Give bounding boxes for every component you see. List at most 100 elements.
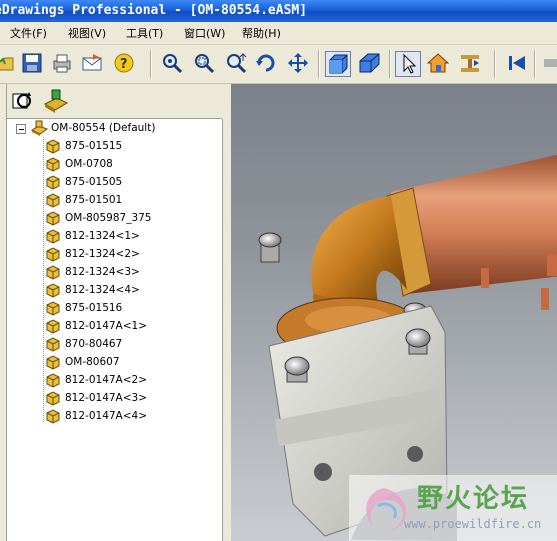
components-tab[interactable] xyxy=(12,90,36,112)
send-button[interactable] xyxy=(80,51,106,77)
tree-item[interactable]: OM-0708 xyxy=(7,155,222,173)
components-tree-icon xyxy=(12,92,31,109)
tree-item-label: 875-01516 xyxy=(65,302,123,314)
menu-file[interactable]: 文件(F) xyxy=(10,25,47,41)
tree-item-label: 812-0147A<3> xyxy=(65,392,148,404)
nozzle xyxy=(541,288,549,310)
bracket-hole xyxy=(407,446,423,462)
open-icon xyxy=(0,57,14,71)
nozzle xyxy=(547,254,557,276)
print-icon xyxy=(53,54,71,73)
configurations-tab[interactable] xyxy=(43,88,69,114)
help-icon: ? xyxy=(114,53,134,73)
left-edge-strip xyxy=(0,84,7,541)
svg-text:?: ? xyxy=(120,57,128,72)
tree-item-label: OM-805987_375 xyxy=(65,212,152,224)
rotate-icon xyxy=(256,54,275,72)
home-icon xyxy=(427,53,449,73)
tree-item-label: 875-01501 xyxy=(65,194,123,206)
nozzle xyxy=(481,268,489,288)
tree-item-label: OM-0708 xyxy=(65,158,113,170)
tree-item[interactable]: 812-1324<2> xyxy=(7,245,222,263)
tree-item-label: 875-01515 xyxy=(65,140,123,152)
assembly-model xyxy=(258,154,557,541)
rotate-button[interactable] xyxy=(254,51,280,77)
home-button[interactable] xyxy=(426,51,452,77)
pipe-elbow xyxy=(311,196,407,306)
bracket-hole xyxy=(314,463,332,481)
tree-item[interactable]: 812-0147A<2> xyxy=(7,371,222,389)
tree-item-label: 812-1324<3> xyxy=(65,266,140,278)
tree-item[interactable]: 812-1324<1> xyxy=(7,227,222,245)
title-bar[interactable]: eDrawings Professional - [OM-80554.eASM] xyxy=(0,0,557,22)
first-frame-icon xyxy=(509,56,525,70)
zoom-to-fit-button[interactable] xyxy=(160,51,186,77)
tree-item-label: 812-0147A<4> xyxy=(65,410,148,422)
help-button[interactable]: ? xyxy=(112,51,138,77)
tree-root-label: OM-80554 (Default) xyxy=(51,122,156,134)
zoom-to-area-icon xyxy=(195,54,215,74)
tree-item-label: 812-1324<2> xyxy=(65,248,140,260)
tree-toolbar xyxy=(7,84,222,119)
component-tree: OM-80554 (Default) 875-01515 OM-0708 875… xyxy=(7,119,223,541)
menu-tools[interactable]: 工具(T) xyxy=(126,25,163,41)
open-button[interactable] xyxy=(0,51,18,77)
panel-splitter[interactable] xyxy=(223,84,231,541)
watermark-title: 野火论坛 xyxy=(417,484,530,514)
next-frame-button[interactable] xyxy=(541,51,557,77)
tree-item-label: 812-0147A<1> xyxy=(65,320,148,332)
tree-item-label: 870-80467 xyxy=(65,338,123,350)
bolt-head xyxy=(284,356,310,376)
tree-item[interactable]: 870-80467 xyxy=(7,335,222,353)
tree-item[interactable]: 875-01515 xyxy=(7,137,222,155)
bolt-head xyxy=(258,232,282,248)
tree-item-label: 812-0147A<2> xyxy=(65,374,148,386)
tree-item[interactable]: 812-0147A<3> xyxy=(7,389,222,407)
assembly-config-icon xyxy=(43,89,69,113)
tree-item[interactable]: OM-80607 xyxy=(7,353,222,371)
section-icon xyxy=(461,55,479,72)
pan-button[interactable] xyxy=(286,51,312,77)
tree-item[interactable]: 812-0147A<1> xyxy=(7,317,222,335)
tree-item-label: 875-01505 xyxy=(65,176,123,188)
tree-item[interactable]: 875-01516 xyxy=(7,299,222,317)
collapse-toggle[interactable] xyxy=(16,124,26,134)
watermark-url: www.proewildfire.cn xyxy=(404,517,542,531)
shaded-icon xyxy=(329,54,348,74)
menu-help[interactable]: 帮助(H) xyxy=(242,25,281,41)
save-button[interactable] xyxy=(20,51,46,77)
zoom-in-out-button[interactable] xyxy=(224,51,250,77)
select-pointer-icon xyxy=(403,53,417,74)
tree-item-label: OM-80607 xyxy=(65,356,120,368)
next-frame-icon xyxy=(544,59,557,67)
tree-item[interactable]: 812-1324<4> xyxy=(7,281,222,299)
print-button[interactable] xyxy=(50,51,76,77)
tree-item[interactable]: 812-1324<3> xyxy=(7,263,222,281)
bolt-head xyxy=(405,328,431,348)
zoom-in-out-icon xyxy=(227,53,247,74)
3d-viewport[interactable] xyxy=(231,84,557,541)
perspective-icon xyxy=(359,53,380,73)
tree-item-label: 812-1324<4> xyxy=(65,284,140,296)
section-button[interactable] xyxy=(458,51,484,77)
perspective-button[interactable] xyxy=(357,51,383,77)
menu-bar: 文件(F) 视图(V) 工具(T) 窗口(W) 帮助(H) xyxy=(0,22,557,45)
menu-window[interactable]: 窗口(W) xyxy=(184,25,225,41)
tree-item[interactable]: 875-01505 xyxy=(7,173,222,191)
pan-icon xyxy=(288,53,308,73)
main-toolbar: ? xyxy=(0,45,557,84)
send-mail-icon xyxy=(82,54,102,71)
tree-item[interactable]: 812-0147A<4> xyxy=(7,407,222,425)
tree-item-label: 812-1324<1> xyxy=(65,230,140,242)
zoom-to-fit-icon xyxy=(163,54,183,74)
first-frame-button[interactable] xyxy=(504,51,530,77)
save-icon xyxy=(22,53,42,73)
tree-root[interactable]: OM-80554 (Default) xyxy=(7,119,222,137)
tree-item[interactable]: OM-805987_375 xyxy=(7,209,222,227)
select-button[interactable] xyxy=(395,51,421,77)
tree-item[interactable]: 875-01501 xyxy=(7,191,222,209)
zoom-to-area-button[interactable] xyxy=(192,51,218,77)
part-icon xyxy=(45,408,63,430)
menu-view[interactable]: 视图(V) xyxy=(68,25,106,41)
shaded-button[interactable] xyxy=(325,51,351,77)
